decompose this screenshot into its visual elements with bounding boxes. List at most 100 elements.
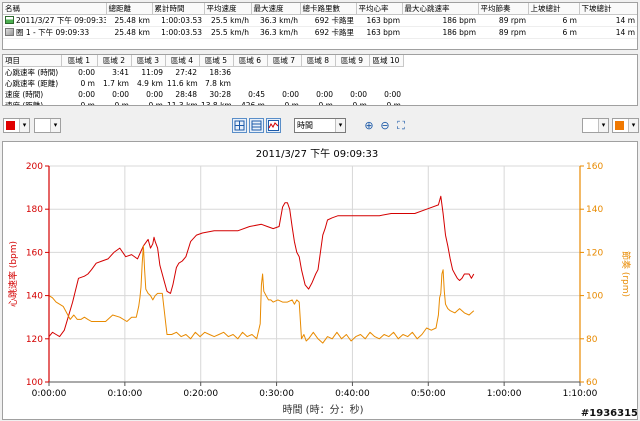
- x-axis-label: 時間 (時：分：秒): [283, 403, 364, 416]
- zone-cell: 0 m: [114, 101, 129, 106]
- x-axis-select[interactable]: 時間 ▾: [294, 118, 346, 133]
- column-header-zone-1[interactable]: 區域 1: [61, 55, 98, 67]
- column-header-avg-cadence[interactable]: 平均節奏: [478, 3, 529, 15]
- column-header-zone-4[interactable]: 區域 4: [165, 55, 200, 67]
- left-series-dropdown[interactable]: ▾: [34, 118, 61, 133]
- distance-cell: 25.48 km: [106, 14, 152, 27]
- column-header-zone-3[interactable]: 區域 3: [131, 55, 166, 67]
- zone-cell: 0:00: [146, 90, 163, 99]
- zone-cell: 0:45: [248, 90, 265, 99]
- workout-name: 2011/3/27 下午 09:09:33: [16, 16, 106, 25]
- zone-row-label: 速度 (距離): [5, 101, 44, 106]
- right-series-dropdown[interactable]: ▾: [582, 118, 609, 133]
- column-header-name[interactable]: 名稱: [3, 3, 107, 15]
- zone-cell: 426 m: [240, 101, 265, 106]
- chevron-down-icon: ▾: [598, 119, 608, 132]
- zoom-in-icon[interactable]: ⊕: [362, 118, 376, 133]
- zone-table-body: 心跳速率 (時間) 0:00 3:41 11:09 27:42 18:36 心跳速率 (距離…: [3, 67, 403, 106]
- calories-cell: 692 卡路里: [300, 14, 356, 27]
- zone-row[interactable]: 心跳速率 (時間) 0:00 3:41 11:09 27:42 18:36: [3, 67, 403, 79]
- chart-toolbar: ▾ ▾ 時間 ▾ ⊕ ⊖ ⛶ ▾ ▾: [0, 114, 640, 138]
- horizontal-grid-icon[interactable]: [249, 118, 264, 133]
- chart-line-icon[interactable]: [266, 118, 281, 133]
- right-y-tick-label: 100: [586, 292, 603, 302]
- calories-cell: 692 卡路里: [300, 26, 356, 39]
- zone-cell: [267, 78, 301, 89]
- total-time-cell: 1:00:03.53: [152, 26, 204, 39]
- avg-heart-rate-cell: 163 bpm: [356, 14, 402, 27]
- right-y-tick-label: 160: [586, 162, 603, 172]
- column-header-descent[interactable]: 下坡總計: [579, 3, 637, 15]
- column-header-total-time[interactable]: 累計時間: [152, 3, 205, 15]
- column-header-distance[interactable]: 總距離: [106, 3, 153, 15]
- total-time-cell: 1:00:03.53: [152, 14, 204, 27]
- summary-row-workout[interactable]: 2011/3/27 下午 09:09:33 25.48 km 1:00:03.5…: [3, 14, 637, 27]
- right-y-tick-label: 140: [586, 205, 603, 215]
- column-header-zone-6[interactable]: 區域 6: [233, 55, 268, 67]
- avg-speed-cell: 25.5 km/h: [204, 14, 251, 27]
- zone-cell: 18:36: [209, 68, 231, 77]
- left-y-axis-label: 心跳速率 (bpm): [7, 241, 19, 307]
- ascent-cell: 6 m: [528, 26, 579, 39]
- column-header-zone-10[interactable]: 區域 10: [369, 55, 404, 67]
- zone-cell: [369, 67, 403, 79]
- avg-cadence-cell: 89 rpm: [478, 26, 528, 39]
- zone-cell: 30:28: [209, 90, 231, 99]
- grid-icon[interactable]: [232, 118, 247, 133]
- left-axis-color-picker[interactable]: ▾: [3, 118, 30, 133]
- column-header-avg-speed[interactable]: 平均速度: [204, 3, 252, 15]
- x-tick-label: 0:40:00: [335, 389, 370, 399]
- right-y-tick-label: 80: [586, 335, 598, 345]
- x-tick-label: 1:10:00: [563, 389, 598, 399]
- column-header-avg-heart-rate[interactable]: 平均心率: [356, 3, 403, 15]
- chevron-down-icon: ▾: [19, 119, 29, 132]
- chevron-down-icon: ▾: [628, 119, 638, 132]
- zone-row[interactable]: 速度 (距離) 0 m 0 m 0 m 11.3 km 13.8 km 426 m 0 m 0 …: [3, 100, 403, 106]
- max-speed-cell: 36.3 km/h: [251, 14, 300, 27]
- x-tick-label: 0:10:00: [108, 389, 143, 399]
- row-name-cell: 2011/3/27 下午 09:09:33: [3, 14, 106, 27]
- column-header-ascent[interactable]: 上坡總計: [528, 3, 580, 15]
- zone-cell: 0:00: [78, 90, 95, 99]
- zone-cell: 4.9 km: [137, 79, 163, 88]
- column-header-calories[interactable]: 總卡路里數: [300, 3, 357, 15]
- column-header-zone-8[interactable]: 區域 8: [301, 55, 336, 67]
- descent-cell: 14 m: [579, 26, 637, 39]
- zone-cell: [301, 78, 335, 89]
- zone-cell: 28:48: [175, 90, 197, 99]
- zone-row[interactable]: 心跳速率 (距離) 0 m 1.7 km 4.9 km 11.6 km 7.8 km: [3, 78, 403, 89]
- workout-icon: [5, 16, 14, 24]
- zone-cell: 3:41: [112, 68, 129, 77]
- summary-table: 名稱 總距離 累計時間 平均速度 最大速度 總卡路里數 平均心率 最大心跳速率 …: [2, 2, 638, 50]
- left-y-tick-label: 180: [26, 205, 43, 215]
- zoom-fit-icon[interactable]: ⛶: [394, 118, 408, 133]
- column-header-zone-2[interactable]: 區域 2: [97, 55, 132, 67]
- zoom-out-icon[interactable]: ⊖: [378, 118, 392, 133]
- x-tick-label: 0:00:00: [32, 389, 67, 399]
- column-header-item[interactable]: 項目: [3, 55, 62, 67]
- column-header-zone-5[interactable]: 區域 5: [199, 55, 234, 67]
- column-header-zone-9[interactable]: 區域 9: [335, 55, 370, 67]
- column-header-max-speed[interactable]: 最大速度: [251, 3, 301, 15]
- distance-cell: 25.48 km: [106, 26, 152, 39]
- x-tick-label: 0:30:00: [259, 389, 294, 399]
- summary-row-lap[interactable]: 圈 1 - 下午 09:09:33 25.48 km 1:00:03.53 25…: [3, 26, 637, 39]
- zone-cell: 7.8 km: [205, 79, 231, 88]
- zone-cell: 0 m: [80, 101, 95, 106]
- column-header-max-heart-rate[interactable]: 最大心跳速率: [402, 3, 479, 15]
- chart-panel: 2011/3/27 下午 09:09:33 0:00:00 0:10:00 0:20…: [2, 141, 638, 420]
- zone-cell: 0:00: [384, 90, 401, 99]
- zone-cell: 1.7 km: [103, 79, 129, 88]
- zone-cell: 0 m: [284, 101, 299, 106]
- zone-cell: 0 m: [386, 101, 401, 106]
- right-color-swatch: [615, 121, 624, 130]
- chevron-down-icon: ▾: [335, 119, 345, 132]
- right-axis-color-picker[interactable]: ▾: [612, 118, 639, 133]
- right-y-tick-label: 120: [586, 248, 603, 258]
- x-tick-label: 0:50:00: [411, 389, 446, 399]
- lap-icon: [5, 28, 14, 36]
- row-name-cell: 圈 1 - 下午 09:09:33: [3, 26, 106, 39]
- heart-rate-cadence-chart[interactable]: 2011/3/27 下午 09:09:33 0:00:00 0:10:00 0:20…: [3, 142, 637, 419]
- column-header-zone-7[interactable]: 區域 7: [267, 55, 302, 67]
- zone-row[interactable]: 速度 (時間) 0:00 0:00 0:00 28:48 30:28 0:45 0:00 0:0…: [3, 89, 403, 100]
